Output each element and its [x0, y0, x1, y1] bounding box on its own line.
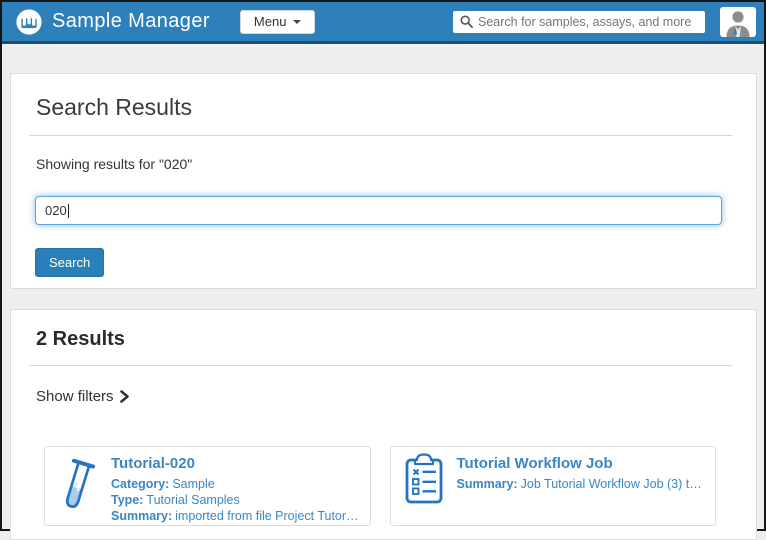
page-title: Search Results	[36, 94, 732, 121]
app-title: Sample Manager	[52, 10, 210, 33]
text-caret	[68, 204, 69, 218]
result-field: Summary:Job Tutorial Workflow Job (3) te…	[457, 476, 706, 492]
result-card[interactable]: Tutorial Workflow Job Summary:Job Tutori…	[390, 446, 717, 526]
labkey-logo-icon	[15, 8, 43, 36]
result-card[interactable]: Tutorial-020 Category:Sample Type:Tutori…	[44, 446, 371, 526]
result-field-label: Summary:	[111, 509, 172, 523]
result-cards-row: Tutorial-020 Category:Sample Type:Tutori…	[44, 446, 716, 526]
result-field-label: Category:	[111, 477, 169, 491]
caret-down-icon	[293, 20, 301, 24]
result-field: Type:Tutorial Samples	[111, 492, 360, 508]
result-card-title[interactable]: Tutorial-020	[111, 455, 360, 473]
result-field-value: Tutorial Samples	[146, 493, 239, 507]
user-avatar-button[interactable]	[720, 7, 756, 37]
search-results-input[interactable]: 020	[35, 196, 722, 225]
results-panel: 2 Results Show filters	[10, 309, 757, 540]
result-card-icon-area	[391, 454, 457, 518]
chevron-right-icon	[120, 390, 129, 403]
result-card-body: Tutorial-020 Category:Sample Type:Tutori…	[111, 454, 360, 518]
divider	[29, 135, 732, 136]
menu-button[interactable]: Menu	[240, 10, 316, 34]
app-header: Sample Manager Menu	[2, 2, 764, 44]
result-field-value: Sample	[172, 477, 214, 491]
result-field-label: Summary:	[457, 477, 518, 491]
global-search-box[interactable]	[453, 11, 705, 33]
clipboard-icon	[402, 453, 446, 505]
result-field: Summary:imported from file Project Tutor…	[111, 508, 360, 524]
page-body: Search Results Showing results for "020"…	[2, 73, 764, 540]
result-field-value: Job Tutorial Workflow Job (3) team ...	[521, 477, 705, 491]
divider	[29, 365, 732, 366]
results-summary-text: Showing results for "020"	[36, 156, 732, 172]
show-filters-link[interactable]: Show filters	[36, 388, 129, 405]
person-icon	[720, 7, 756, 37]
search-button[interactable]: Search	[35, 248, 104, 277]
search-results-panel: Search Results Showing results for "020"…	[10, 73, 757, 289]
test-tube-icon	[58, 455, 98, 517]
menu-button-label: Menu	[254, 14, 287, 29]
result-card-body: Tutorial Workflow Job Summary:Job Tutori…	[457, 454, 706, 518]
search-icon	[460, 15, 473, 28]
result-field-value: imported from file Project Tutorial...	[175, 509, 359, 523]
result-field: Category:Sample	[111, 476, 360, 492]
search-input-value: 020	[45, 203, 67, 218]
global-search-input[interactable]	[473, 15, 705, 29]
result-card-icon-area	[45, 454, 111, 518]
result-field-label: Type:	[111, 493, 143, 507]
results-count-title: 2 Results	[36, 328, 732, 351]
show-filters-label: Show filters	[36, 388, 114, 405]
result-card-title[interactable]: Tutorial Workflow Job	[457, 455, 706, 473]
